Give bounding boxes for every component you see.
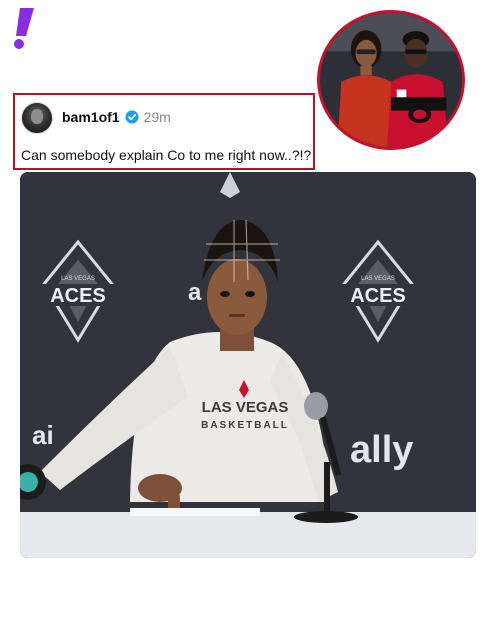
verified-badge-icon bbox=[125, 110, 139, 124]
aces-logo-left-text: ACES bbox=[50, 285, 106, 307]
aces-logo-right-text: ACES bbox=[350, 285, 406, 307]
tweet-handle[interactable]: bam1of1 bbox=[62, 109, 120, 125]
tweet-card: bam1of1 29m Can somebody explain Co to m… bbox=[13, 93, 315, 170]
press-conference-scene: LAS VEGAS ACES LAS VEGAS ACES a ai ally bbox=[20, 172, 476, 558]
tweet-user-row: bam1of1 29m bbox=[62, 109, 171, 125]
aces-logo-left-top-text: LAS VEGAS bbox=[61, 276, 95, 282]
sponsor-ally-text: ally bbox=[350, 429, 413, 471]
aces-logo-right-top-text: LAS VEGAS bbox=[361, 276, 395, 282]
couple-courtside-photo bbox=[320, 13, 462, 147]
shirt-line1-text: LAS VEGAS bbox=[202, 399, 289, 416]
paper-sheet bbox=[130, 508, 260, 516]
player-head bbox=[207, 259, 267, 335]
sponsor-partial-mid-text: a bbox=[188, 279, 202, 306]
press-conference-video[interactable]: LAS VEGAS ACES LAS VEGAS ACES a ai ally bbox=[20, 172, 476, 558]
exclamation-logo-icon bbox=[10, 6, 36, 50]
corner-profile-photo bbox=[317, 10, 465, 150]
press-table bbox=[20, 512, 476, 558]
shirt-line2-text: BASKETBALL bbox=[201, 420, 289, 431]
tweet-text: Can somebody explain Co to me right now.… bbox=[21, 147, 312, 163]
tweet-timestamp: 29m bbox=[143, 109, 171, 125]
avatar-figure-icon bbox=[31, 109, 43, 124]
sponsor-partial-left-text: ai bbox=[32, 420, 54, 450]
avatar[interactable] bbox=[21, 102, 53, 134]
